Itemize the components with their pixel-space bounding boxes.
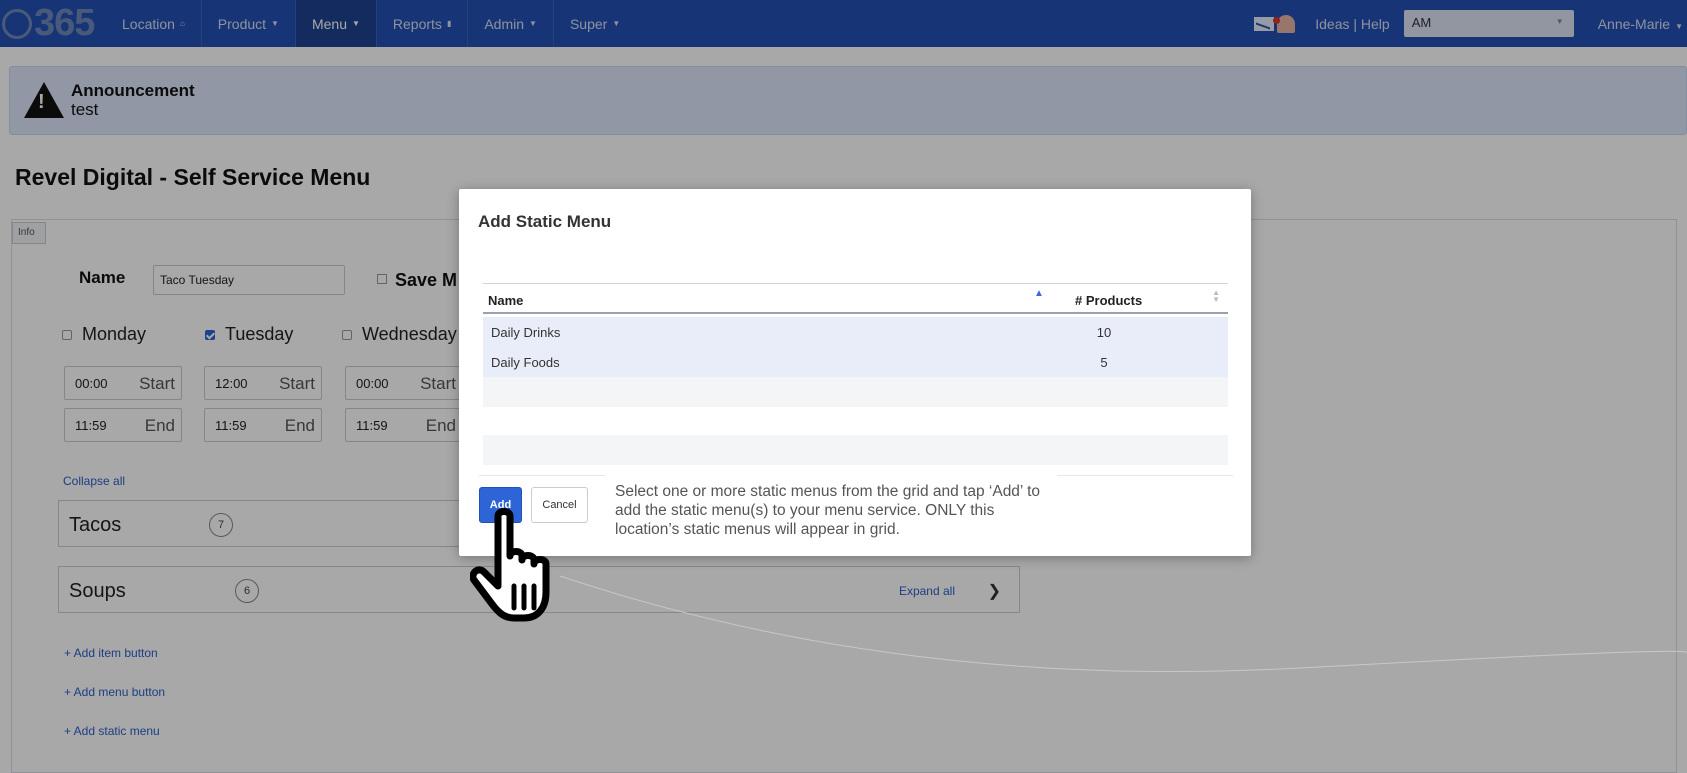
column-header-name[interactable]: Name (488, 293, 523, 308)
row-name: Daily Foods (491, 355, 560, 370)
hand-pointer-cursor-icon (470, 508, 550, 622)
modal-title: Add Static Menu (478, 212, 612, 231)
add-static-menu-modal: Add Static Menu Name ▲ # Products ▲ ▼ Dai… (459, 189, 1251, 556)
help-text: Select one or more static menus from the… (615, 483, 1041, 538)
empty-row (483, 435, 1228, 465)
row-products: 5 (1100, 355, 1108, 370)
static-menu-grid: Name ▲ # Products ▲ ▼ Daily Drinks 10 Dai… (483, 283, 1228, 465)
table-row[interactable]: Daily Drinks 10 (483, 317, 1228, 347)
divider (479, 475, 605, 476)
grid-spacer (483, 407, 1228, 435)
divider (1057, 475, 1233, 476)
sort-ascending-icon[interactable]: ▲ (1034, 288, 1044, 299)
grid-header: Name ▲ # Products ▲ ▼ (483, 283, 1228, 314)
table-row[interactable]: Daily Foods 5 (483, 347, 1228, 377)
row-name: Daily Drinks (491, 325, 561, 340)
column-header-products[interactable]: # Products (1075, 293, 1142, 308)
row-products: 10 (1096, 325, 1112, 340)
sort-both-icon[interactable]: ▲ ▼ (1212, 289, 1220, 304)
empty-row (483, 377, 1228, 407)
